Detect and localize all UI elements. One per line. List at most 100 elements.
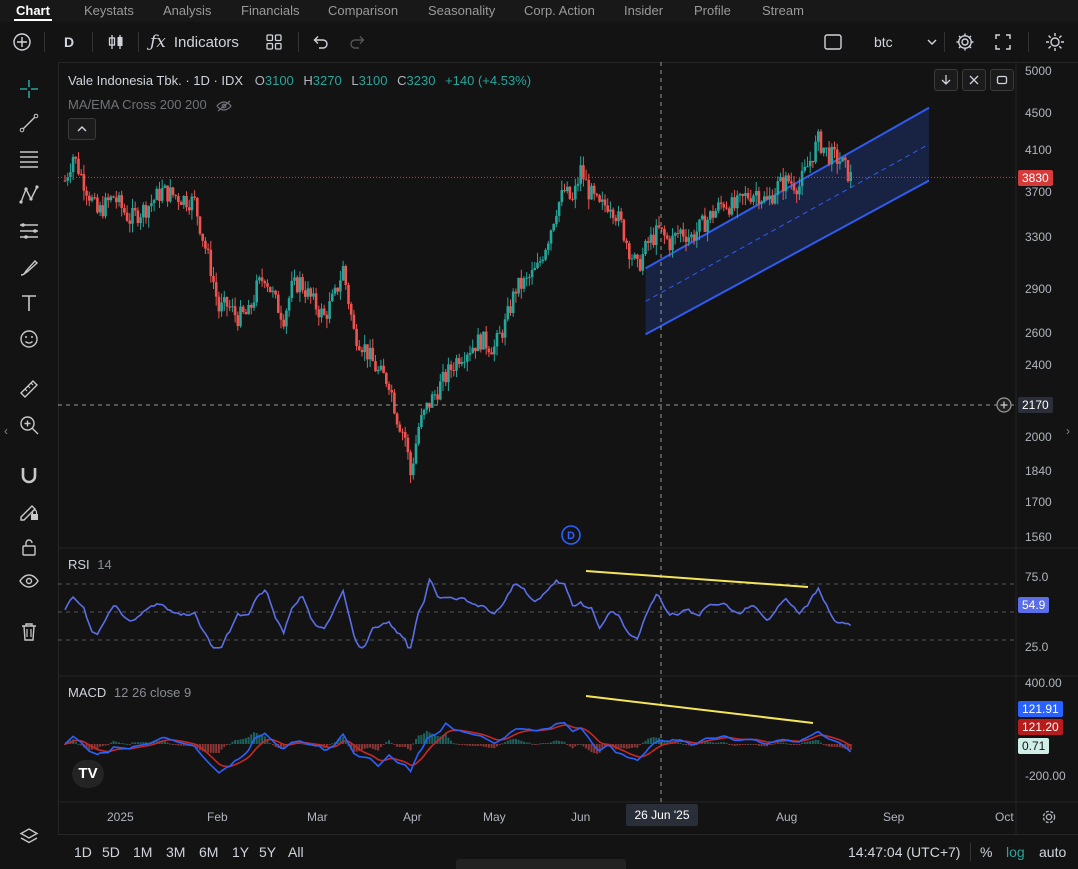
text-tool[interactable] bbox=[14, 288, 44, 318]
emoji-tool[interactable] bbox=[14, 324, 44, 354]
collapse-pane-button[interactable] bbox=[962, 69, 986, 91]
undo-button[interactable] bbox=[308, 22, 332, 62]
crosshair-tool[interactable] bbox=[14, 74, 44, 104]
range-5d[interactable]: 5D bbox=[102, 835, 120, 869]
candle-body bbox=[395, 413, 399, 425]
tab-corp-action[interactable]: Corp. Action bbox=[524, 0, 595, 22]
macd-histogram-bar bbox=[739, 744, 741, 746]
macd-histogram-bar bbox=[301, 743, 304, 745]
smiley-icon bbox=[20, 330, 38, 348]
layouts-button[interactable] bbox=[262, 22, 286, 62]
collapse-left-icon[interactable]: ‹ bbox=[4, 424, 14, 442]
candle-body bbox=[347, 285, 350, 305]
ohlc-l-label: L bbox=[351, 73, 359, 88]
indicators-button[interactable]: ƒx Indicators bbox=[150, 22, 250, 62]
object-tree-button[interactable] bbox=[14, 822, 44, 852]
tab-insider[interactable]: Insider bbox=[624, 0, 663, 22]
indicator-legend[interactable]: MA/EMA Cross 200 200 bbox=[68, 97, 233, 112]
trendline-tool[interactable] bbox=[14, 108, 44, 138]
active-tab-underline bbox=[14, 19, 52, 21]
auto-scale-toggle[interactable]: auto bbox=[1039, 835, 1066, 869]
macd-histogram-bar bbox=[566, 744, 569, 745]
macd-histogram-bar bbox=[631, 744, 633, 748]
macd-legend[interactable]: MACD 12 26 close 9 bbox=[68, 685, 191, 700]
delete-tool[interactable] bbox=[14, 616, 44, 646]
move-pane-down-button[interactable] bbox=[934, 69, 958, 91]
visibility-tool[interactable] bbox=[14, 566, 44, 596]
macd-histogram-bar bbox=[757, 744, 760, 746]
range-5y[interactable]: 5Y bbox=[259, 835, 276, 869]
macd-histogram-bar bbox=[409, 744, 412, 751]
price-tick: 1840 bbox=[1025, 464, 1052, 478]
collapse-legend-button[interactable] bbox=[68, 118, 96, 140]
candle-body bbox=[71, 156, 75, 173]
dividend-marker-letter: D bbox=[567, 530, 575, 542]
macd-histogram-bar bbox=[579, 743, 582, 745]
macd-histogram-bar bbox=[504, 742, 507, 744]
brush-tool[interactable] bbox=[14, 252, 44, 282]
pattern-tool[interactable] bbox=[14, 180, 44, 210]
candle-body bbox=[109, 196, 113, 201]
ruler-tool[interactable] bbox=[14, 374, 44, 404]
candle-body bbox=[112, 196, 115, 198]
rsi-title: RSI bbox=[68, 557, 90, 572]
range-all[interactable]: All bbox=[288, 835, 304, 869]
forecast-tool[interactable] bbox=[14, 216, 44, 246]
interval-button[interactable]: D bbox=[56, 22, 82, 62]
magnet-tool[interactable] bbox=[14, 460, 44, 490]
theme-toggle-button[interactable] bbox=[1042, 22, 1068, 62]
macd-histogram-bar bbox=[498, 744, 501, 745]
axis-settings-button[interactable] bbox=[1040, 808, 1058, 826]
macd-histogram-bar bbox=[809, 740, 812, 744]
zoom-tool[interactable] bbox=[14, 410, 44, 440]
candle-body bbox=[212, 275, 215, 283]
macd-histogram-bar bbox=[128, 744, 131, 745]
tab-analysis[interactable]: Analysis bbox=[163, 0, 211, 22]
candle-body bbox=[360, 349, 364, 353]
macd-histogram-bar bbox=[806, 741, 809, 744]
compare-select[interactable]: btc bbox=[858, 22, 938, 62]
settings-button[interactable] bbox=[952, 22, 978, 62]
compare-checkbox[interactable] bbox=[820, 22, 846, 62]
macd-histogram-bar bbox=[574, 744, 577, 747]
macd-histogram-bar bbox=[539, 743, 542, 745]
indicator-label: MA/EMA Cross 200 200 bbox=[68, 97, 207, 112]
maximize-pane-button[interactable] bbox=[990, 69, 1014, 91]
range-1y[interactable]: 1Y bbox=[232, 835, 249, 869]
redo-button[interactable] bbox=[346, 22, 370, 62]
candle-body bbox=[776, 181, 780, 195]
price-chart[interactable]: D bbox=[58, 62, 1078, 834]
tab-seasonality[interactable]: Seasonality bbox=[428, 0, 495, 22]
candle-body bbox=[625, 240, 628, 244]
log-scale-toggle[interactable]: log bbox=[1006, 835, 1025, 869]
macd-histogram-bar bbox=[649, 737, 652, 744]
range-3m[interactable]: 3M bbox=[166, 835, 185, 869]
fib-tool[interactable] bbox=[14, 144, 44, 174]
add-symbol-button[interactable] bbox=[8, 22, 36, 62]
candle-body bbox=[263, 281, 267, 284]
macd-histogram-bar bbox=[717, 742, 720, 744]
macd-histogram-bar bbox=[207, 744, 210, 753]
tab-comparison[interactable]: Comparison bbox=[328, 0, 398, 22]
range-1m[interactable]: 1M bbox=[133, 835, 152, 869]
rsi-legend[interactable]: RSI 14 bbox=[68, 557, 112, 572]
add-alert-icon[interactable] bbox=[996, 397, 1012, 413]
candle-body bbox=[844, 157, 847, 161]
percent-scale-toggle[interactable]: % bbox=[980, 835, 992, 869]
chevron-up-icon bbox=[77, 126, 87, 132]
fullscreen-button[interactable] bbox=[990, 22, 1016, 62]
range-6m[interactable]: 6M bbox=[199, 835, 218, 869]
macd-histogram-bar bbox=[217, 744, 220, 754]
tab-keystats[interactable]: Keystats bbox=[84, 0, 134, 22]
candle-body bbox=[579, 165, 582, 184]
macd-histogram-bar bbox=[552, 741, 555, 744]
eye-hidden-icon[interactable] bbox=[216, 100, 233, 112]
macd-params: 12 26 close 9 bbox=[113, 685, 192, 700]
lock-drawing-tool[interactable] bbox=[14, 496, 44, 526]
lock-tool[interactable] bbox=[14, 532, 44, 562]
tab-financials[interactable]: Financials bbox=[241, 0, 300, 22]
chart-type-button[interactable] bbox=[104, 22, 128, 62]
tab-profile[interactable]: Profile bbox=[694, 0, 731, 22]
tab-stream[interactable]: Stream bbox=[762, 0, 804, 22]
range-1d[interactable]: 1D bbox=[74, 835, 92, 869]
